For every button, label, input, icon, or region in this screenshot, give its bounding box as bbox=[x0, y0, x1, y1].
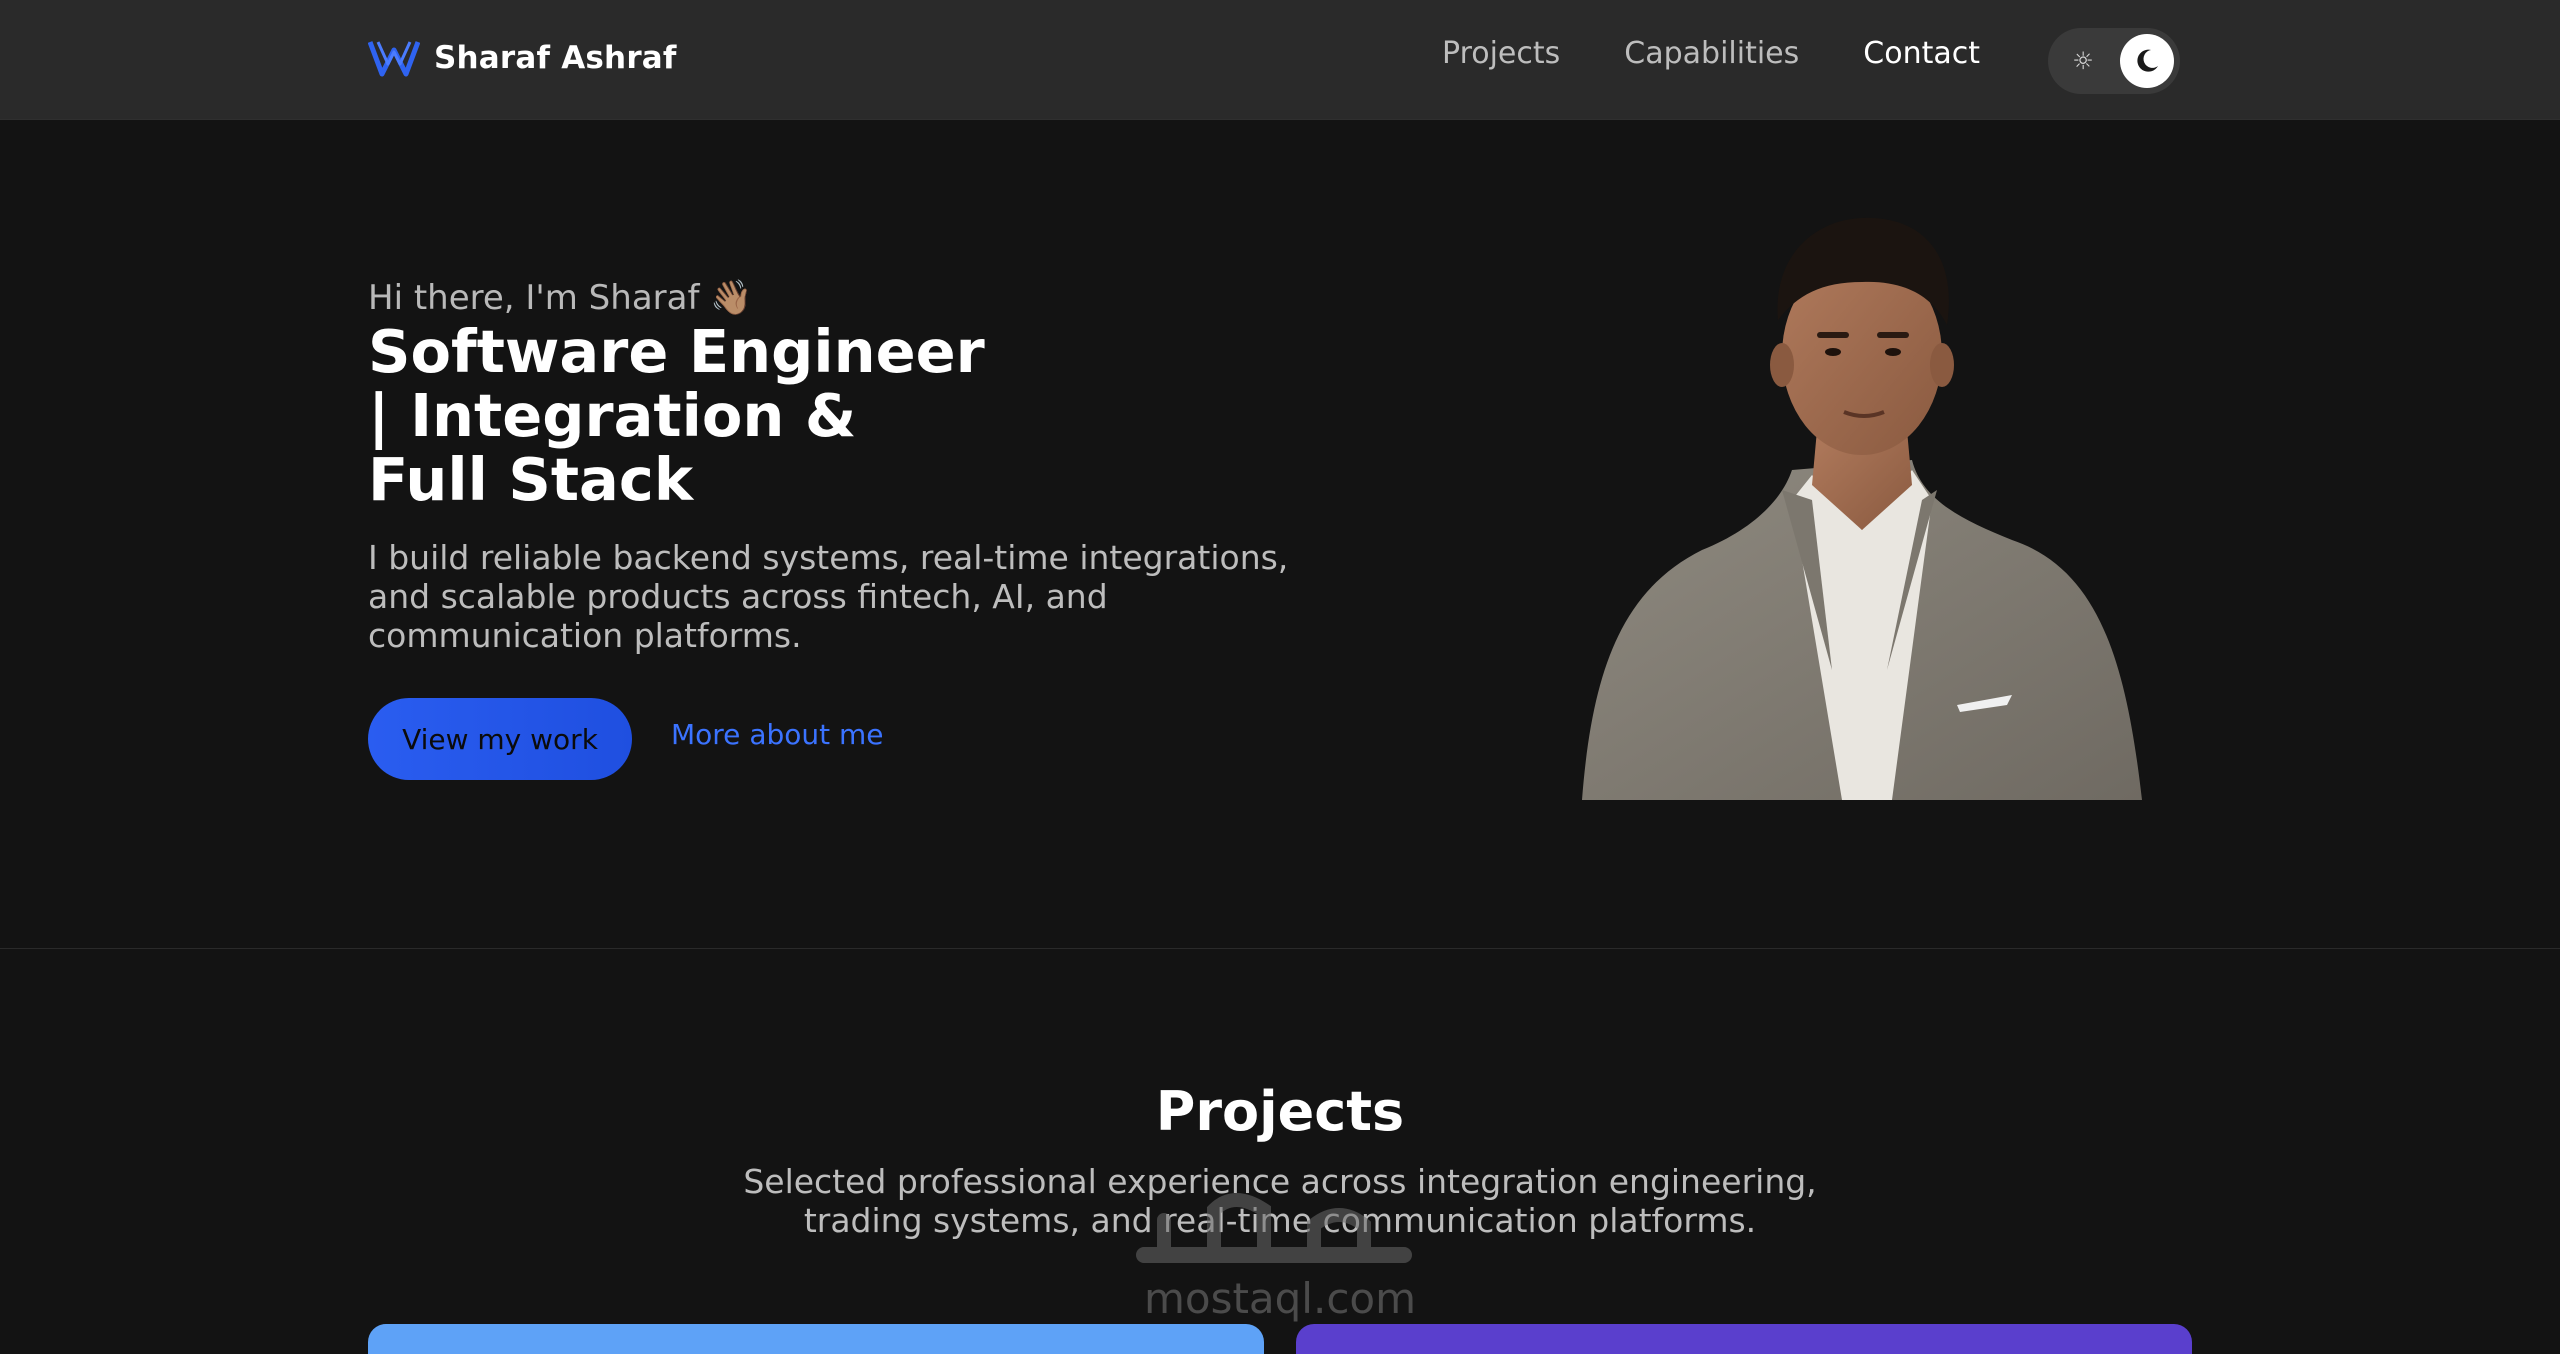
nav-projects[interactable]: Projects bbox=[1442, 36, 1560, 71]
site-header: Sharaf Ashraf Projects Capabilities Cont… bbox=[0, 0, 2560, 120]
moon-icon bbox=[2137, 49, 2158, 72]
theme-toggle[interactable]: ☼ bbox=[2048, 28, 2180, 94]
project-card-1[interactable] bbox=[368, 1324, 1264, 1354]
hero-greeting: Hi there, I'm Sharaf 👋🏽 bbox=[368, 278, 753, 318]
page: Sharaf Ashraf Projects Capabilities Cont… bbox=[0, 0, 2560, 1354]
main-nav: Projects Capabilities Contact bbox=[1442, 36, 1980, 71]
brand-logo-icon bbox=[368, 41, 420, 77]
view-my-work-button[interactable]: View my work bbox=[368, 698, 632, 780]
projects-title: Projects bbox=[1155, 1080, 1405, 1143]
nav-capabilities[interactable]: Capabilities bbox=[1624, 36, 1799, 71]
toggle-knob[interactable] bbox=[2120, 34, 2174, 88]
brand-link[interactable]: Sharaf Ashraf bbox=[368, 36, 677, 80]
nav-contact[interactable]: Contact bbox=[1863, 36, 1980, 71]
hero-title: Software Engineer | Integration & Full S… bbox=[368, 317, 985, 514]
projects-description: Selected professional experience across … bbox=[743, 1162, 1817, 1240]
section-divider bbox=[0, 948, 2560, 949]
hero-description: I build reliable backend systems, real-t… bbox=[368, 538, 1289, 655]
watermark-text: mostaql.com bbox=[1143, 1274, 1417, 1323]
project-card-2[interactable] bbox=[1296, 1324, 2192, 1354]
more-about-me-link[interactable]: More about me bbox=[671, 718, 884, 751]
brand-name: Sharaf Ashraf bbox=[434, 40, 677, 76]
sun-icon[interactable]: ☼ bbox=[2070, 48, 2096, 74]
portrait-photo bbox=[1582, 217, 2142, 800]
